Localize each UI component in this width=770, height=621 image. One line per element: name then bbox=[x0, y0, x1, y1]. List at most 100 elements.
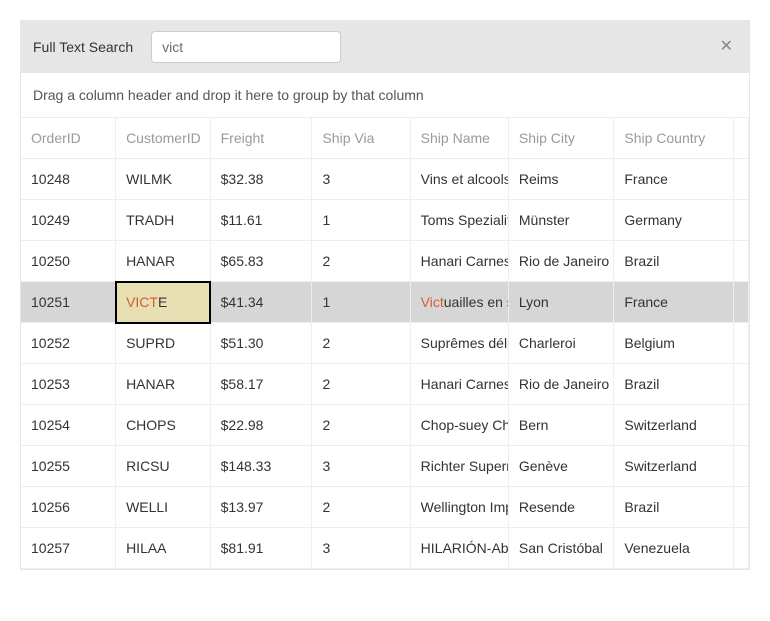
table-cell[interactable]: France bbox=[614, 159, 734, 200]
table-cell[interactable]: Germany bbox=[614, 200, 734, 241]
table-cell[interactable]: Wellington Importadora bbox=[410, 487, 508, 528]
column-header[interactable]: Freight bbox=[210, 118, 312, 159]
table-cell[interactable]: 10256 bbox=[21, 487, 116, 528]
table-cell[interactable]: Belgium bbox=[614, 323, 734, 364]
table-cell[interactable]: Rio de Janeiro bbox=[508, 364, 613, 405]
header-spacer bbox=[734, 118, 749, 159]
table-cell[interactable]: $41.34 bbox=[210, 282, 312, 323]
table-cell[interactable]: 10254 bbox=[21, 405, 116, 446]
table-cell[interactable]: Hanari Carnes bbox=[410, 364, 508, 405]
table-cell[interactable]: Venezuela bbox=[614, 528, 734, 569]
table-cell[interactable]: Brazil bbox=[614, 241, 734, 282]
table-cell[interactable]: Richter Supermarkt bbox=[410, 446, 508, 487]
table-cell[interactable]: $148.33 bbox=[210, 446, 312, 487]
row-spacer bbox=[734, 200, 749, 241]
table-cell[interactable]: HILARIÓN-Abastos bbox=[410, 528, 508, 569]
table-cell[interactable]: SUPRD bbox=[116, 323, 211, 364]
table-row[interactable]: 10250HANAR$65.832Hanari CarnesRio de Jan… bbox=[21, 241, 749, 282]
table-cell[interactable]: Bern bbox=[508, 405, 613, 446]
table-cell[interactable]: 10251 bbox=[21, 282, 116, 323]
table-cell[interactable]: Resende bbox=[508, 487, 613, 528]
search-match: Vict bbox=[421, 294, 444, 310]
table-cell[interactable]: 2 bbox=[312, 241, 410, 282]
table-cell[interactable]: Genève bbox=[508, 446, 613, 487]
table-cell[interactable]: WELLI bbox=[116, 487, 211, 528]
table-cell[interactable]: Suprêmes délices bbox=[410, 323, 508, 364]
table-cell[interactable]: Switzerland bbox=[614, 446, 734, 487]
table-row[interactable]: 10251VICTE$41.341Victuailles en stockLyo… bbox=[21, 282, 749, 323]
table-cell[interactable]: $51.30 bbox=[210, 323, 312, 364]
table-cell[interactable]: HANAR bbox=[116, 241, 211, 282]
table-cell[interactable]: 3 bbox=[312, 159, 410, 200]
row-spacer bbox=[734, 159, 749, 200]
row-spacer bbox=[734, 282, 749, 323]
column-header[interactable]: Ship City bbox=[508, 118, 613, 159]
table-cell[interactable]: 1 bbox=[312, 200, 410, 241]
table-cell[interactable]: 10250 bbox=[21, 241, 116, 282]
column-header[interactable]: Ship Via bbox=[312, 118, 410, 159]
table-cell[interactable]: RICSU bbox=[116, 446, 211, 487]
group-drop-area[interactable]: Drag a column header and drop it here to… bbox=[21, 73, 749, 117]
column-header[interactable]: Ship Name bbox=[410, 118, 508, 159]
table-cell[interactable]: VICTE bbox=[116, 282, 211, 323]
table-cell[interactable]: 2 bbox=[312, 487, 410, 528]
table-cell[interactable]: Vins et alcools Chevalier bbox=[410, 159, 508, 200]
table-row[interactable]: 10248WILMK$32.383Vins et alcools Chevali… bbox=[21, 159, 749, 200]
table-cell[interactable]: France bbox=[614, 282, 734, 323]
table-cell[interactable]: $58.17 bbox=[210, 364, 312, 405]
row-spacer bbox=[734, 528, 749, 569]
table-cell[interactable]: Brazil bbox=[614, 364, 734, 405]
table-cell[interactable]: Brazil bbox=[614, 487, 734, 528]
table-cell[interactable]: 10255 bbox=[21, 446, 116, 487]
column-header[interactable]: Ship Country bbox=[614, 118, 734, 159]
table-cell[interactable]: 3 bbox=[312, 528, 410, 569]
table-cell[interactable]: 10249 bbox=[21, 200, 116, 241]
table-row[interactable]: 10252SUPRD$51.302Suprêmes délicesCharler… bbox=[21, 323, 749, 364]
table-cell[interactable]: Chop-suey Chinese bbox=[410, 405, 508, 446]
table-cell[interactable]: 10248 bbox=[21, 159, 116, 200]
table-cell[interactable]: 1 bbox=[312, 282, 410, 323]
table-row[interactable]: 10257HILAA$81.913HILARIÓN-AbastosSan Cri… bbox=[21, 528, 749, 569]
table-cell[interactable]: 10252 bbox=[21, 323, 116, 364]
table-cell[interactable]: $32.38 bbox=[210, 159, 312, 200]
row-spacer bbox=[734, 487, 749, 528]
table-cell[interactable]: Toms Spezialitäten bbox=[410, 200, 508, 241]
table-cell[interactable]: Victuailles en stock bbox=[410, 282, 508, 323]
table-cell[interactable]: $11.61 bbox=[210, 200, 312, 241]
table-cell[interactable]: Switzerland bbox=[614, 405, 734, 446]
search-match: VICT bbox=[126, 294, 158, 310]
table-cell[interactable]: $13.97 bbox=[210, 487, 312, 528]
table-row[interactable]: 10249TRADH$11.611Toms SpezialitätenMünst… bbox=[21, 200, 749, 241]
table-cell[interactable]: Lyon bbox=[508, 282, 613, 323]
column-header[interactable]: OrderID bbox=[21, 118, 116, 159]
table-cell[interactable]: 2 bbox=[312, 405, 410, 446]
close-icon[interactable]: ✕ bbox=[716, 37, 737, 57]
table-cell[interactable]: 10253 bbox=[21, 364, 116, 405]
table-row[interactable]: 10254CHOPS$22.982Chop-suey ChineseBernSw… bbox=[21, 405, 749, 446]
table-row[interactable]: 10255RICSU$148.333Richter SupermarktGenè… bbox=[21, 446, 749, 487]
table-cell[interactable]: $22.98 bbox=[210, 405, 312, 446]
table-cell[interactable]: 3 bbox=[312, 446, 410, 487]
search-input[interactable] bbox=[151, 31, 341, 63]
table-cell[interactable]: 2 bbox=[312, 323, 410, 364]
table-cell[interactable]: Hanari Carnes bbox=[410, 241, 508, 282]
table-cell[interactable]: 10257 bbox=[21, 528, 116, 569]
table-cell[interactable]: Reims bbox=[508, 159, 613, 200]
row-spacer bbox=[734, 241, 749, 282]
table-cell[interactable]: $65.83 bbox=[210, 241, 312, 282]
column-header[interactable]: CustomerID bbox=[116, 118, 211, 159]
table-cell[interactable]: 2 bbox=[312, 364, 410, 405]
table-cell[interactable]: Charleroi bbox=[508, 323, 613, 364]
table-cell[interactable]: TRADH bbox=[116, 200, 211, 241]
table-cell[interactable]: HANAR bbox=[116, 364, 211, 405]
table-cell[interactable]: CHOPS bbox=[116, 405, 211, 446]
table-row[interactable]: 10256WELLI$13.972Wellington ImportadoraR… bbox=[21, 487, 749, 528]
table-cell[interactable]: HILAA bbox=[116, 528, 211, 569]
table-cell[interactable]: Münster bbox=[508, 200, 613, 241]
table-cell[interactable]: Rio de Janeiro bbox=[508, 241, 613, 282]
table-cell[interactable]: San Cristóbal bbox=[508, 528, 613, 569]
table-cell[interactable]: $81.91 bbox=[210, 528, 312, 569]
table-row[interactable]: 10253HANAR$58.172Hanari CarnesRio de Jan… bbox=[21, 364, 749, 405]
table-cell[interactable]: WILMK bbox=[116, 159, 211, 200]
data-grid: Full Text Search ✕ Drag a column header … bbox=[20, 20, 750, 570]
